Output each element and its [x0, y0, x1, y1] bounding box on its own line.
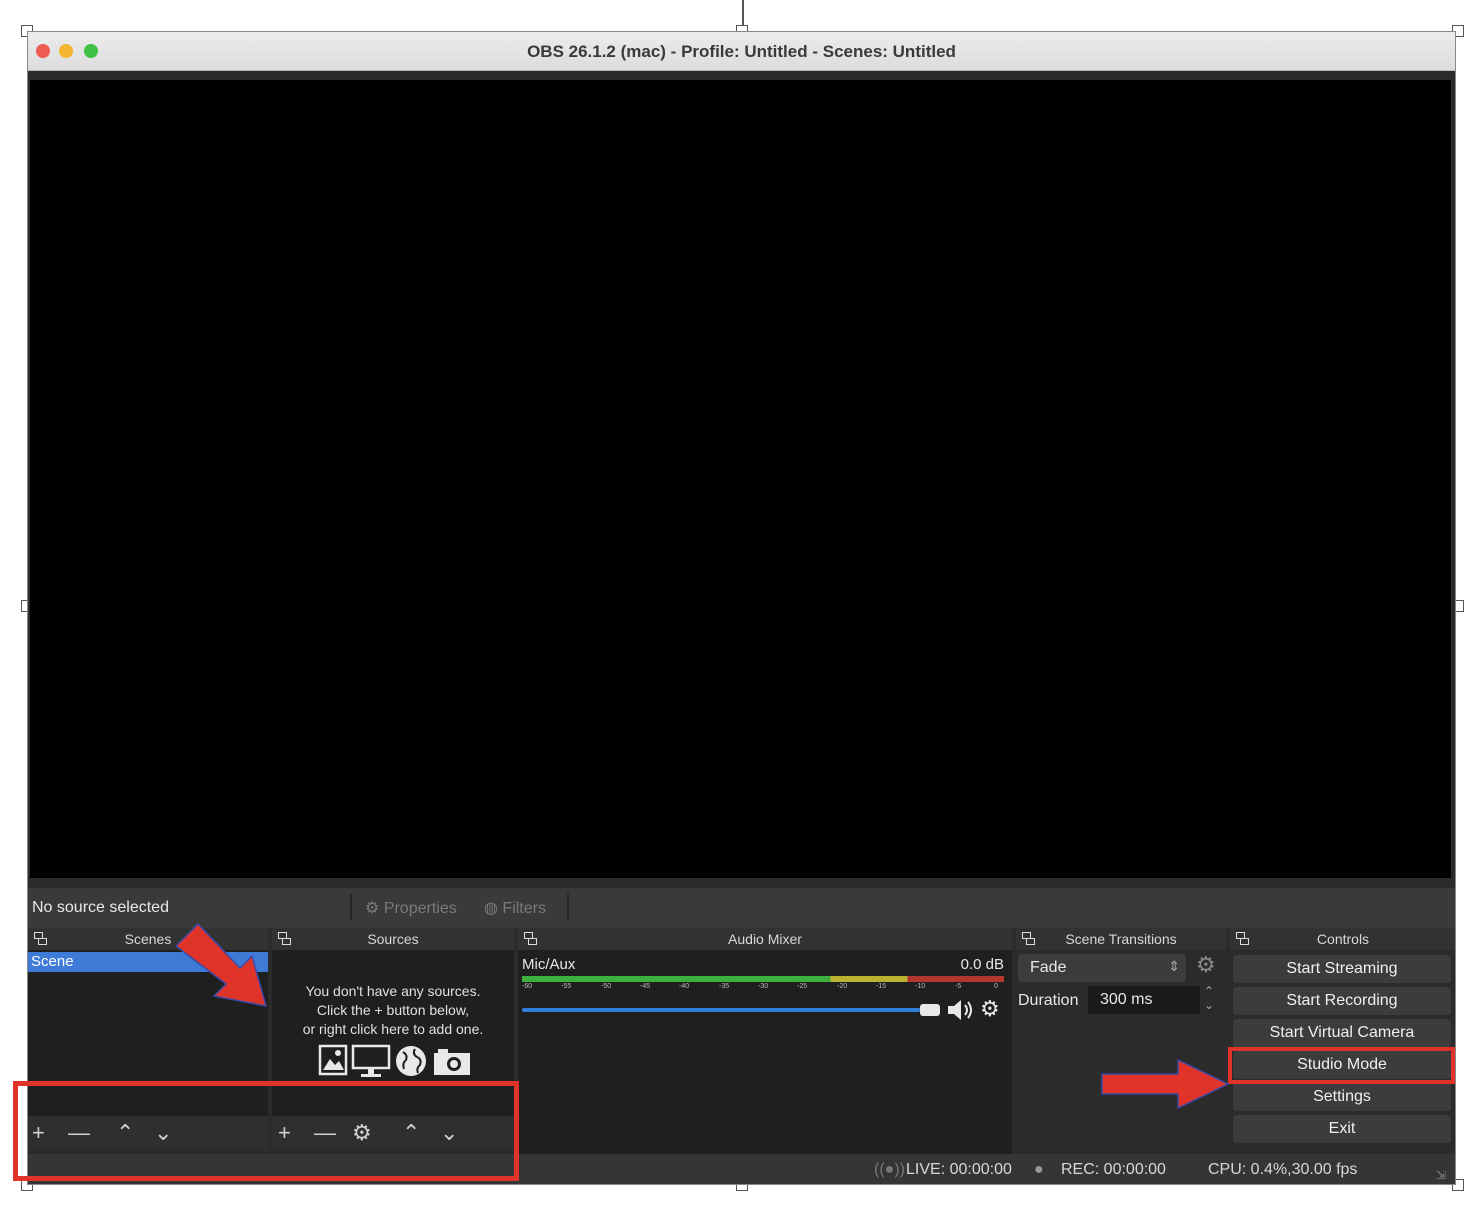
meter-tick-label: -35 [719, 983, 730, 990]
hint-line-1: You don't have any sources. [305, 983, 481, 999]
start-virtual-camera-button[interactable]: Start Virtual Camera [1233, 1019, 1451, 1047]
meter-tick-label: -25 [797, 983, 808, 990]
transition-selected: Fade [1030, 959, 1067, 976]
gear-icon[interactable]: ⚙ [980, 996, 1000, 1022]
meter-tick-label: -55 [561, 983, 572, 990]
audio-mixer-dock-header: Audio Mixer [518, 928, 1012, 950]
annotation-box-footer [13, 1081, 519, 1181]
source-type-icons [318, 1044, 478, 1080]
hint-line-3: or right click here to add one. [302, 1021, 484, 1037]
meter-tick-label: -30 [758, 983, 769, 990]
exit-button[interactable]: Exit [1233, 1115, 1451, 1143]
transition-select[interactable]: Fade ⇕ [1018, 954, 1186, 982]
speaker-icon[interactable] [946, 999, 976, 1021]
duration-label: Duration [1018, 992, 1079, 1009]
sources-empty-hint: You don't have any sources. Click the + … [272, 982, 514, 1039]
handle-stem [742, 0, 744, 26]
filter-icon: ◍ [484, 900, 498, 917]
globe-icon [396, 1046, 426, 1076]
scene-transitions-panel: Fade ⇕ ⚙ Duration 300 ms ⌃ ⌄ [1016, 950, 1226, 1154]
scene-name: Scene [31, 953, 74, 970]
annotation-box-studio-mode [1228, 1047, 1455, 1084]
meter-tick-label: 0 [994, 983, 998, 990]
no-source-label: No source selected [32, 899, 169, 916]
filters-button[interactable]: ◍ Filters [484, 898, 546, 918]
display-icon [351, 1044, 391, 1077]
controls-title: Controls [1316, 931, 1370, 947]
meter-tick-label: -50 [601, 983, 612, 990]
meter-scale: -60 -55 -50 -45 -40 -35 -30 -25 -20 -15 -10 -5 0 [522, 983, 1004, 995]
duration-step-down[interactable]: ⌄ [1204, 998, 1214, 1012]
meter-tick-label: -40 [679, 983, 690, 990]
camera-icon [434, 1049, 470, 1075]
live-time: LIVE: 00:00:00 [906, 1161, 1012, 1178]
title-bar: OBS 26.1.2 (mac) - Profile: Untitled - S… [28, 32, 1455, 71]
toolbar-divider [350, 894, 352, 920]
duration-value: 300 ms [1100, 991, 1153, 1008]
properties-button[interactable]: ⚙ Properties [365, 898, 457, 918]
duration-step-up[interactable]: ⌃ [1204, 984, 1214, 998]
broadcast-icon: ((●)) [874, 1161, 905, 1178]
rec-dot-icon: ● [1034, 1161, 1044, 1178]
meter-tick-label: -15 [876, 983, 887, 990]
volume-slider-fill [522, 1008, 920, 1012]
settings-button[interactable]: Settings [1233, 1083, 1451, 1111]
audio-level-readout: 0.0 dB [960, 956, 1004, 973]
resize-grip-icon[interactable]: ⇲ [1436, 1168, 1446, 1182]
hint-line-2: Click the + button below, [316, 1002, 470, 1018]
sources-title: Sources [367, 931, 419, 947]
controls-dock-header: Controls [1230, 928, 1455, 950]
annotation-arrow-studio-mode [1101, 1058, 1230, 1110]
start-streaming-button[interactable]: Start Streaming [1233, 955, 1451, 983]
volume-slider[interactable] [522, 1004, 940, 1016]
meter-tick-label: -5 [955, 983, 962, 990]
rec-time: REC: 00:00:00 [1061, 1161, 1166, 1178]
scene-transitions-dock-header: Scene Transitions [1016, 928, 1226, 950]
sources-dock-header: Sources [272, 928, 514, 950]
duration-spinbox[interactable]: 300 ms [1088, 986, 1200, 1014]
start-recording-button[interactable]: Start Recording [1233, 987, 1451, 1015]
meter-tick-label: -10 [915, 983, 926, 990]
cpu-fps: CPU: 0.4%,30.00 fps [1208, 1161, 1358, 1178]
scene-transitions-title: Scene Transitions [1065, 931, 1177, 947]
volume-slider-thumb[interactable] [920, 1004, 940, 1016]
audio-mixer-title: Audio Mixer [728, 931, 802, 947]
window-title: OBS 26.1.2 (mac) - Profile: Untitled - S… [527, 42, 956, 61]
preview-canvas[interactable] [30, 80, 1451, 878]
meter-tick-label: -60 [522, 983, 533, 990]
gear-icon: ⚙ [365, 900, 380, 917]
meter-tick-label: -20 [837, 983, 848, 990]
volume-meter [522, 976, 1004, 982]
properties-label: Properties [383, 900, 457, 917]
image-icon [318, 1044, 348, 1076]
gear-icon[interactable]: ⚙ [1196, 952, 1216, 978]
audio-channel-name: Mic/Aux [522, 956, 576, 973]
audio-mixer-panel: Mic/Aux 0.0 dB -60 -55 -50 -45 -40 -35 -30 -25-… [518, 950, 1012, 1154]
filters-label: Filters [502, 900, 546, 917]
annotation-arrow-sources [174, 922, 268, 1007]
toolbar-divider [567, 894, 569, 920]
chevron-updown-icon: ⇕ [1168, 958, 1180, 974]
meter-tick-label: -45 [640, 983, 651, 990]
